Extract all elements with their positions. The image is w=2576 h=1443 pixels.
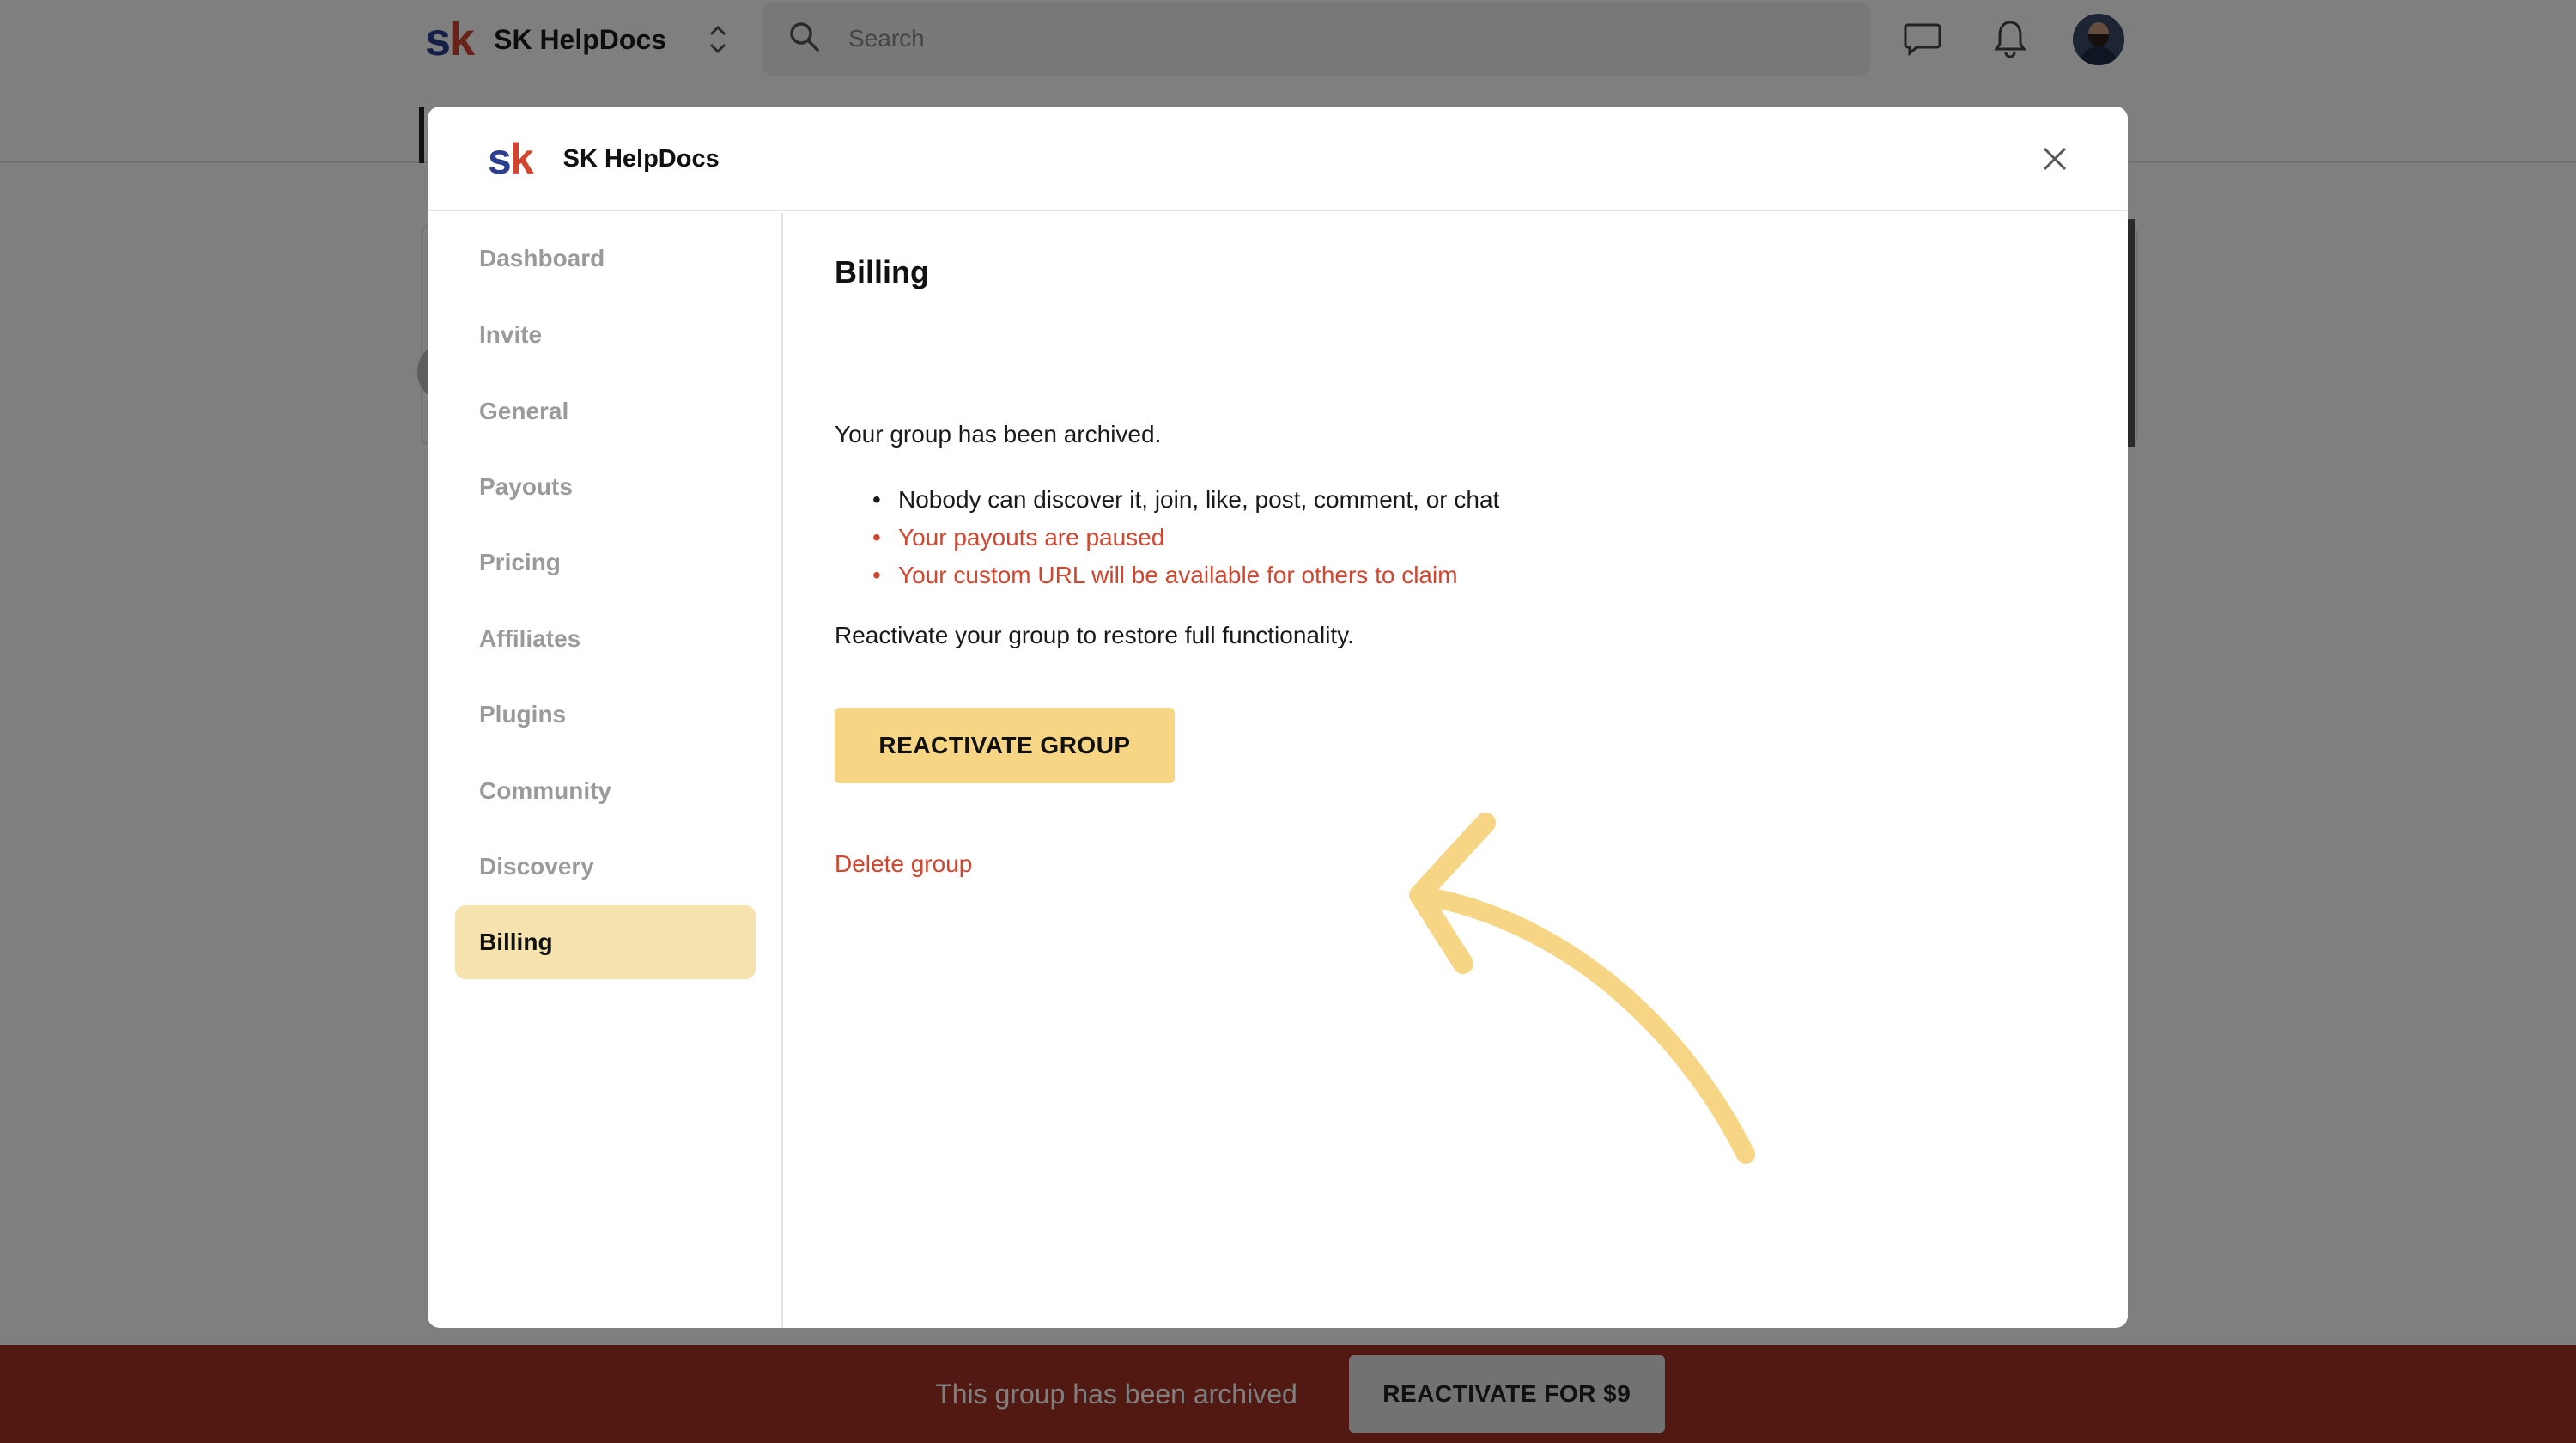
delete-group-link[interactable]: Delete group <box>835 850 972 878</box>
sidebar-item-affiliates[interactable]: Affiliates <box>455 602 756 676</box>
sidebar-item-community[interactable]: Community <box>455 754 756 828</box>
list-item: Your payouts are paused <box>872 519 1499 557</box>
close-icon[interactable] <box>2035 139 2075 179</box>
modal-logo: sk <box>488 135 534 183</box>
sidebar-item-general[interactable]: General <box>455 374 756 448</box>
page-title: Billing <box>835 254 929 289</box>
annotation-arrow-icon <box>1409 813 1755 1164</box>
modal-header: sk SK HelpDocs <box>428 107 2128 211</box>
reactivate-hint-text: Reactivate your group to restore full fu… <box>835 622 1354 648</box>
consequence-list: Nobody can discover it, join, like, post… <box>872 481 1499 594</box>
settings-modal: sk SK HelpDocs Dashboard Invite General … <box>428 107 2128 1328</box>
sidebar-item-discovery[interactable]: Discovery <box>455 830 756 904</box>
sidebar-item-payouts[interactable]: Payouts <box>455 450 756 524</box>
list-item: Your custom URL will be available for ot… <box>872 557 1499 594</box>
sidebar-item-dashboard[interactable]: Dashboard <box>455 222 756 295</box>
reactivate-group-button[interactable]: REACTIVATE GROUP <box>835 708 1175 783</box>
list-item: Nobody can discover it, join, like, post… <box>872 481 1499 519</box>
sidebar-item-billing[interactable]: Billing <box>455 905 756 979</box>
archived-status-text: Your group has been archived. <box>835 421 1162 448</box>
sidebar-item-invite[interactable]: Invite <box>455 298 756 372</box>
settings-sidebar: Dashboard Invite General Payouts Pricing… <box>428 213 783 1328</box>
sidebar-item-pricing[interactable]: Pricing <box>455 526 756 600</box>
modal-title: SK HelpDocs <box>562 144 720 173</box>
sidebar-item-plugins[interactable]: Plugins <box>455 678 756 752</box>
